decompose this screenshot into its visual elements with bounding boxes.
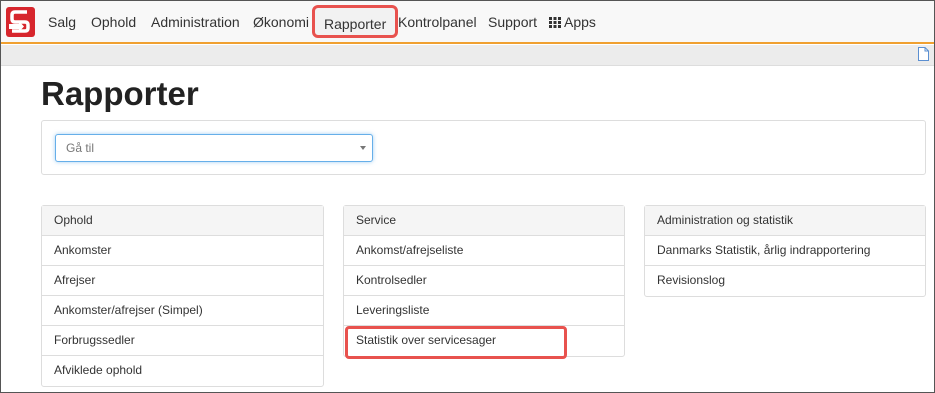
- panel-heading: Administration og statistik: [645, 206, 925, 236]
- report-link-afviklede-ophold[interactable]: Afviklede ophold: [42, 356, 323, 386]
- app-window: Salg Ophold Administration Økonomi Rappo…: [0, 0, 935, 393]
- nav-ophold[interactable]: Ophold: [91, 1, 136, 43]
- report-link-ankomst-afrejseliste[interactable]: Ankomst/afrejseliste: [344, 236, 624, 266]
- goto-placeholder: Gå til: [66, 141, 95, 155]
- nav-apps[interactable]: Apps: [549, 1, 596, 43]
- brand-logo-icon[interactable]: [6, 7, 35, 37]
- report-link-danmarks-statistik[interactable]: Danmarks Statistik, årlig indrapporterin…: [645, 236, 925, 266]
- page-title: Rapporter: [41, 75, 199, 112]
- caret-down-icon: [360, 146, 366, 150]
- goto-panel: Gå til: [41, 120, 926, 175]
- nav-support[interactable]: Support: [488, 1, 537, 43]
- panel-heading: Service: [344, 206, 624, 236]
- report-link-revisionslog[interactable]: Revisionslog: [645, 266, 925, 296]
- nav-apps-label: Apps: [564, 14, 596, 30]
- report-link-kontrolsedler[interactable]: Kontrolsedler: [344, 266, 624, 296]
- grid-icon: [549, 17, 561, 28]
- report-link-forbrugssedler[interactable]: Forbrugssedler: [42, 326, 323, 356]
- goto-select[interactable]: Gå til: [55, 134, 373, 162]
- top-navbar: Salg Ophold Administration Økonomi Rappo…: [1, 1, 934, 44]
- report-link-statistik-servicesager[interactable]: Statistik over servicesager: [344, 326, 624, 356]
- panel-service: Service Ankomst/afrejseliste Kontrolsedl…: [343, 205, 625, 357]
- report-link-afrejser[interactable]: Afrejser: [42, 266, 323, 296]
- sub-toolbar: [1, 45, 934, 66]
- panel-administration-statistik: Administration og statistik Danmarks Sta…: [644, 205, 926, 297]
- nav-salg[interactable]: Salg: [48, 1, 76, 43]
- nav-rapporter[interactable]: Rapporter: [312, 5, 399, 38]
- nav-administration[interactable]: Administration: [151, 1, 240, 43]
- report-link-ankomster-afrejser-simpel[interactable]: Ankomster/afrejser (Simpel): [42, 296, 323, 326]
- nav-okonomi[interactable]: Økonomi: [253, 1, 309, 43]
- nav-kontrolpanel[interactable]: Kontrolpanel: [398, 1, 477, 43]
- report-link-ankomster[interactable]: Ankomster: [42, 236, 323, 266]
- panel-heading: Ophold: [42, 206, 323, 236]
- panel-ophold: Ophold Ankomster Afrejser Ankomster/afre…: [41, 205, 324, 387]
- document-icon[interactable]: [918, 47, 929, 61]
- report-link-leveringsliste[interactable]: Leveringsliste: [344, 296, 624, 326]
